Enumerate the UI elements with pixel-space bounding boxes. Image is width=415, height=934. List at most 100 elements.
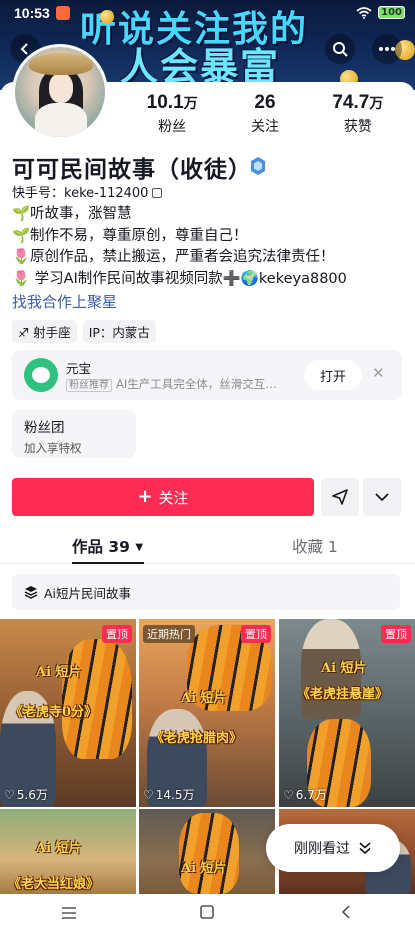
- account-id[interactable]: 快手号：keke-112400: [12, 182, 163, 201]
- tulip-icon: 🌷: [12, 249, 31, 265]
- tab-works[interactable]: 作品 39 ▼: [72, 535, 143, 557]
- video-thumbnail[interactable]: 近期热门 置顶 Ai 短片 《老虎抢腊肉》 ♡ 14.5万: [139, 619, 275, 807]
- app-recommend-card[interactable]: 元宝 粉丝推荐 AI生产工具完全体，丝滑交互… 打开 ✕: [12, 350, 402, 400]
- status-bar: 10:53 100: [0, 0, 415, 26]
- video-title: 《老大当红娘》: [8, 877, 100, 892]
- stat-fans[interactable]: 10.1万 粉丝: [147, 92, 198, 136]
- yuanbao-logo-icon: [24, 358, 58, 392]
- profile-bio: 🌱听故事，涨智慧 🌱制作不易，尊重原创，尊重自己！ 🌷原创作品，禁止搬运，严重者…: [12, 204, 407, 290]
- home-button[interactable]: [187, 904, 227, 924]
- open-app-button[interactable]: 打开: [304, 360, 362, 390]
- tag-ip-location: IP：内蒙古: [82, 320, 156, 343]
- back-icon: [341, 905, 350, 919]
- content-tabs: 作品 39 ▼ 收藏 1: [0, 528, 415, 564]
- app-desc-text: AI生产工具完全体，丝滑交互…: [116, 377, 277, 391]
- close-icon[interactable]: ✕: [372, 364, 385, 382]
- sprout-icon: 🌱: [12, 206, 31, 222]
- collection-chip[interactable]: Ai短片民间故事: [12, 574, 400, 610]
- likes-value: 5.6万: [16, 788, 48, 802]
- tag-zodiac: ♐ 射手座: [12, 320, 77, 343]
- stat-number: 74.7: [332, 92, 370, 113]
- stat-following[interactable]: 26 关注: [251, 92, 279, 136]
- wifi-icon: [356, 6, 372, 19]
- copy-icon[interactable]: [152, 188, 163, 198]
- layers-icon: [24, 586, 38, 599]
- tab-works-label: 作品 39: [72, 538, 130, 556]
- pinned-badge: 置顶: [241, 625, 271, 643]
- fan-group-card[interactable]: 粉丝团 加入享特权: [12, 410, 136, 458]
- ai-label: Ai 短片: [36, 665, 82, 680]
- stat-likes[interactable]: 74.7万 获赞: [332, 92, 383, 136]
- video-title: 《老虎寺0分》: [10, 705, 98, 720]
- system-nav-bar: [0, 894, 415, 934]
- stat-number: 26: [254, 92, 276, 113]
- stat-label: 关注: [251, 119, 279, 135]
- battery-icon: 100: [378, 6, 405, 19]
- tulip-icon: 🌷: [12, 270, 31, 287]
- status-icons: 100: [356, 6, 405, 19]
- expand-button[interactable]: [363, 478, 401, 516]
- stat-number: 10.1: [146, 92, 184, 113]
- status-time: 10:53: [14, 5, 50, 21]
- video-title: 《老虎抢腊肉》: [151, 731, 243, 746]
- avatar[interactable]: [12, 44, 108, 140]
- video-thumbnail[interactable]: 置顶 Ai 短片 《老虎寺0分》 ♡ 5.6万: [0, 619, 136, 807]
- video-thumbnail[interactable]: Ai 短片 《老大当红娘》: [0, 809, 136, 894]
- fan-group-title: 粉丝团: [24, 420, 65, 436]
- square-icon: [200, 905, 215, 919]
- video-thumbnail[interactable]: Ai 短片: [139, 809, 275, 894]
- verified-badge-icon[interactable]: [248, 156, 268, 176]
- app-description: 粉丝推荐 AI生产工具完全体，丝滑交互…: [66, 376, 298, 392]
- caret-down-icon: ▼: [135, 542, 144, 553]
- profile-tags: ♐ 射手座 IP：内蒙古: [12, 320, 156, 343]
- search-button[interactable]: [325, 34, 355, 64]
- video-title: 《老虎挂悬崖》: [297, 687, 389, 702]
- stat-unit: 万: [369, 95, 384, 111]
- ai-label: Ai 短片: [181, 691, 227, 706]
- back-nav-button[interactable]: [326, 904, 366, 924]
- heart-icon: ♡: [283, 787, 294, 802]
- recent-apps-button[interactable]: [49, 905, 89, 924]
- notification-app-icon: [55, 6, 70, 20]
- stat-label: 获赞: [343, 119, 372, 135]
- double-chevron-down-icon: [359, 842, 371, 855]
- likes-count: ♡ 5.6万: [4, 786, 48, 803]
- collection-label: Ai短片民间故事: [44, 585, 132, 601]
- pinned-badge: 置顶: [102, 625, 132, 643]
- account-id-text: 快手号：keke-112400: [12, 186, 149, 201]
- heart-icon: ♡: [4, 787, 15, 802]
- video-thumbnail[interactable]: 置顶 Ai 短片 《老虎挂悬崖》 ♡ 6.7万: [279, 619, 415, 807]
- recently-watched-button[interactable]: 刚刚看过: [266, 824, 400, 872]
- fan-recommend-badge: 粉丝推荐: [66, 379, 112, 392]
- follow-label: 关注: [158, 488, 189, 507]
- bio-line: 学习AI制作民间故事视频同款➕🌍kekeya8800: [30, 270, 347, 287]
- plus-icon: +: [137, 485, 153, 507]
- heart-icon: ♡: [143, 787, 154, 802]
- stat-unit: 万: [183, 95, 198, 111]
- chevron-down-icon: [375, 493, 389, 502]
- ai-label: Ai 短片: [36, 841, 82, 856]
- more-options-button[interactable]: [372, 34, 402, 64]
- likes-count: ♡ 14.5万: [143, 786, 195, 803]
- app-name: 元宝: [66, 361, 92, 376]
- bio-line: 听故事，涨智慧: [30, 206, 132, 222]
- follow-button[interactable]: + 关注: [12, 478, 314, 516]
- menu-icon: [62, 906, 77, 919]
- likes-value: 14.5万: [155, 788, 195, 802]
- pinned-badge: 置顶: [381, 625, 411, 643]
- likes-count: ♡ 6.7万: [283, 786, 327, 803]
- cooperation-link[interactable]: 找我合作上聚星: [12, 291, 117, 312]
- search-icon: [333, 42, 348, 57]
- ai-label: Ai 短片: [321, 661, 367, 676]
- profile-name: 可可民间故事（收徒）: [12, 157, 252, 183]
- share-button[interactable]: [321, 478, 359, 516]
- recently-watched-label: 刚刚看过: [294, 841, 350, 857]
- tab-collections[interactable]: 收藏 1: [292, 535, 338, 557]
- bio-line: 原创作品，禁止搬运，严重者会追究法律责任！: [30, 249, 335, 265]
- send-icon: [332, 489, 348, 505]
- trending-badge: 近期热门: [143, 625, 195, 643]
- ai-label: Ai 短片: [181, 861, 227, 876]
- active-tab-indicator: [72, 562, 144, 564]
- bio-line: 制作不易，尊重原创，尊重自己！: [30, 227, 248, 244]
- fan-group-subtitle: 加入享特权: [24, 441, 82, 455]
